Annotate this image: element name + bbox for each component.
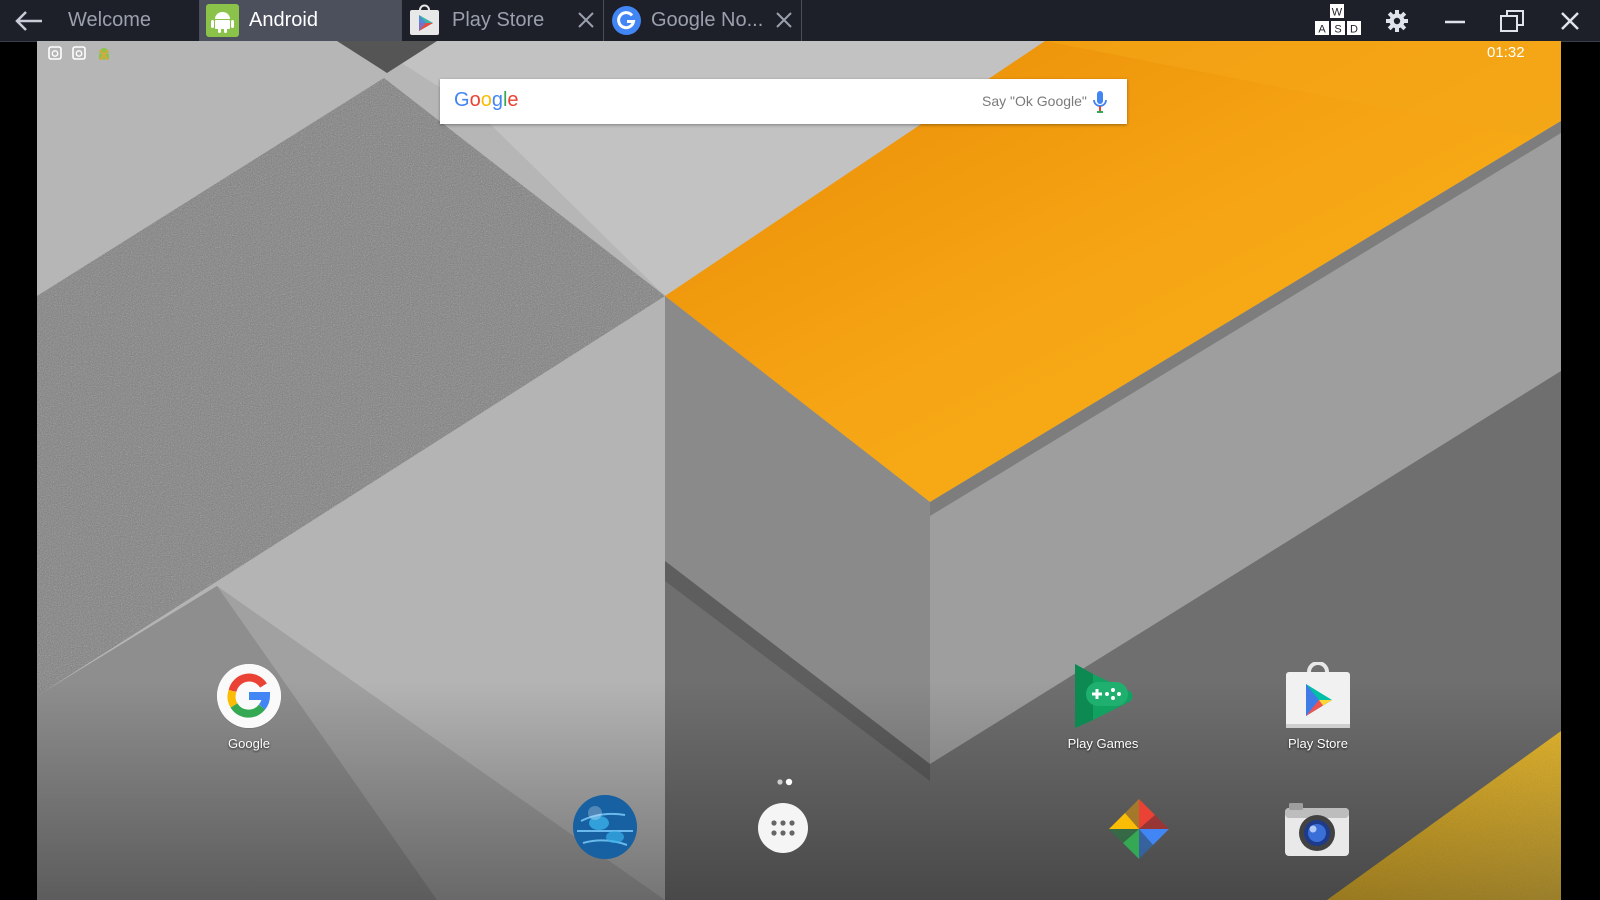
close-tab-icon[interactable]	[577, 11, 595, 29]
tab-label: Google No...	[651, 9, 764, 31]
app-drawer-icon[interactable]	[758, 803, 808, 853]
camera-icon[interactable]	[1283, 800, 1351, 858]
play-games-icon	[1075, 664, 1133, 728]
ok-google-hint: Say "Ok Google"	[982, 93, 1087, 109]
android-debug-icon	[99, 48, 109, 61]
instagram-icon	[72, 46, 86, 60]
app-google[interactable]: Google	[194, 662, 304, 751]
android-home-screen: 01:32 Google Say "Ok Google" Google Play…	[37, 41, 1561, 900]
tab-label: Android	[249, 9, 318, 31]
android-icon	[206, 4, 239, 37]
instagram-icon	[48, 46, 62, 60]
restore-window-icon[interactable]	[1498, 7, 1526, 35]
google-g-icon	[612, 6, 641, 35]
google-icon	[217, 664, 281, 729]
settings-gear-icon[interactable]	[1383, 7, 1411, 35]
emulator-titlebar: Welcome Android Play Store Google No... …	[0, 0, 1600, 42]
app-label: Play Games	[1067, 736, 1139, 751]
close-tab-icon[interactable]	[775, 11, 793, 29]
back-arrow-icon[interactable]	[14, 9, 44, 33]
browser-globe-icon[interactable]	[571, 793, 639, 861]
key-a: A	[1318, 24, 1326, 36]
minimize-icon[interactable]	[1441, 7, 1469, 35]
mic-icon[interactable]	[1092, 90, 1108, 114]
tab-label: Play Store	[452, 9, 545, 31]
google-logo: Google	[454, 89, 519, 111]
key-s: S	[1334, 24, 1341, 36]
google-search-bar[interactable]: Google Say "Ok Google"	[440, 79, 1127, 124]
material-wallpaper	[37, 41, 1561, 900]
status-clock: 01:32	[1487, 44, 1525, 61]
app-label: Google	[228, 736, 270, 751]
tab-android[interactable]: Android	[200, 0, 402, 41]
tab-play-store[interactable]: Play Store	[402, 0, 604, 41]
close-window-icon[interactable]	[1556, 7, 1584, 35]
play-store-icon	[1286, 662, 1350, 728]
app-play-store[interactable]: Play Store	[1263, 662, 1373, 751]
keyboard-controls-icon[interactable]: W A S D	[1313, 3, 1363, 37]
app-label: Play Store	[1288, 736, 1348, 751]
play-store-icon	[410, 4, 439, 35]
page-indicator	[777, 778, 793, 786]
app-play-games[interactable]: Play Games	[1048, 662, 1158, 751]
tab-label: Welcome	[68, 9, 151, 31]
tab-google-now[interactable]: Google No...	[604, 0, 802, 41]
key-w: W	[1332, 7, 1343, 19]
photos-pinwheel-icon[interactable]	[1107, 797, 1171, 861]
key-d: D	[1350, 24, 1358, 36]
tab-welcome[interactable]: Welcome	[58, 0, 200, 41]
